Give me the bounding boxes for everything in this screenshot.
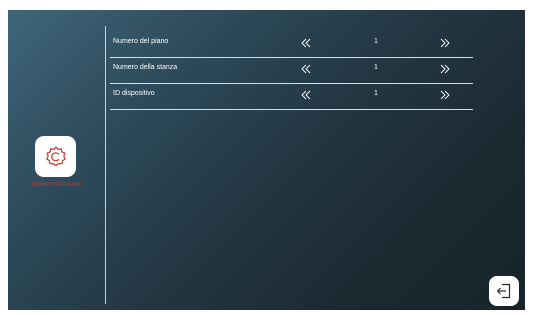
double-chevron-left-icon[interactable]: [300, 90, 312, 100]
double-chevron-right-icon[interactable]: [439, 38, 451, 48]
settings-tile[interactable]: [35, 136, 76, 177]
setting-value: 1: [374, 38, 378, 45]
setting-label: Numero della stanza: [113, 64, 178, 71]
setting-row-device-id: ID dispositivo 1: [110, 86, 473, 110]
double-chevron-right-icon[interactable]: [439, 90, 451, 100]
double-chevron-left-icon[interactable]: [300, 64, 312, 74]
row-divider: [110, 57, 473, 58]
gear-icon: [45, 146, 66, 166]
double-chevron-left-icon[interactable]: [300, 38, 312, 48]
row-divider: [110, 109, 473, 110]
settings-screen: Numero dell'utente Numero del piano 1 Nu…: [8, 10, 525, 310]
setting-row-room: Numero della stanza 1: [110, 60, 473, 84]
exit-icon: [496, 283, 511, 299]
double-chevron-right-icon[interactable]: [439, 64, 451, 74]
vertical-divider: [105, 26, 106, 304]
row-divider: [110, 83, 473, 84]
setting-row-floor: Numero del piano 1: [110, 34, 473, 58]
setting-label: Numero del piano: [113, 38, 169, 45]
settings-label: Numero dell'utente: [31, 182, 82, 188]
setting-value: 1: [374, 64, 378, 71]
setting-value: 1: [374, 90, 378, 97]
setting-label: ID dispositivo: [113, 90, 155, 97]
exit-button[interactable]: [489, 276, 519, 306]
